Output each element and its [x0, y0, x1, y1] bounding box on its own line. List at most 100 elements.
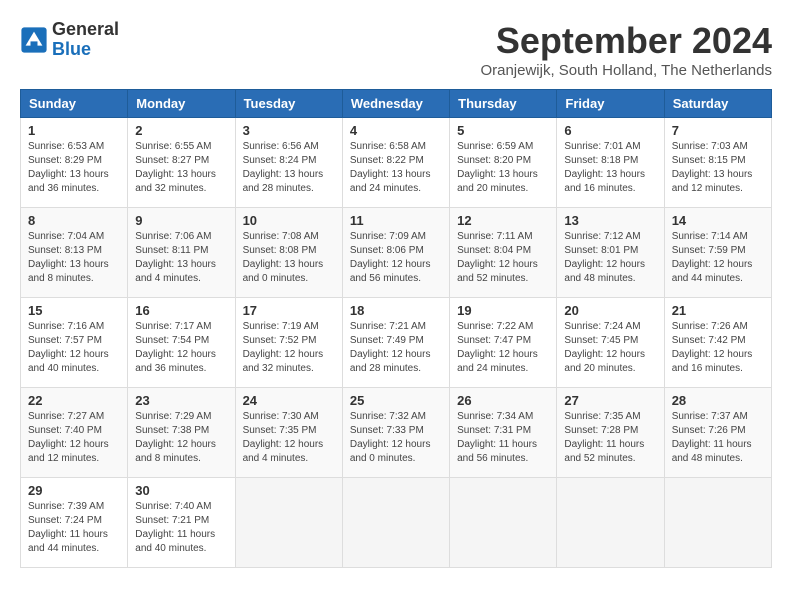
calendar-cell: 16 Sunrise: 7:17 AMSunset: 7:54 PMDayligh… [128, 298, 235, 388]
day-number: 15 [28, 303, 120, 318]
day-number: 3 [243, 123, 335, 138]
day-number: 21 [672, 303, 764, 318]
calendar-cell: 10 Sunrise: 7:08 AMSunset: 8:08 PMDayligh… [235, 208, 342, 298]
day-number: 9 [135, 213, 227, 228]
day-number: 12 [457, 213, 549, 228]
calendar-cell [342, 478, 449, 568]
week-row-2: 8Sunrise: 7:04 AMSunset: 8:13 PMDaylight… [21, 208, 772, 298]
day-number: 27 [564, 393, 656, 408]
calendar-cell: 5Sunrise: 6:59 AMSunset: 8:20 PMDaylight… [450, 118, 557, 208]
calendar-cell: 8Sunrise: 7:04 AMSunset: 8:13 PMDaylight… [21, 208, 128, 298]
day-header-thursday: Thursday [450, 90, 557, 118]
day-info: Sunrise: 7:03 AMSunset: 8:15 PMDaylight:… [672, 140, 764, 196]
week-row-4: 22 Sunrise: 7:27 AMSunset: 7:40 PMDayligh… [21, 388, 772, 478]
day-number: 16 [135, 303, 227, 318]
day-info: Sunrise: 7:39 AMSunset: 7:24 PMDaylight:… [28, 500, 120, 556]
day-info: Sunrise: 7:30 AMSunset: 7:35 PMDaylight:… [243, 410, 335, 466]
page-header: General Blue September 2024 Oranjewijk, … [20, 20, 772, 79]
day-number: 8 [28, 213, 120, 228]
day-info: Sunrise: 6:56 AMSunset: 8:24 PMDaylight:… [243, 140, 335, 196]
calendar-cell: 26Sunrise: 7:34 AMSunset: 7:31 PMDayligh… [450, 388, 557, 478]
calendar-cell: 18 Sunrise: 7:21 AMSunset: 7:49 PMDayligh… [342, 298, 449, 388]
day-header-sunday: Sunday [21, 90, 128, 118]
day-info: Sunrise: 7:14 AMSunset: 7:59 PMDaylight:… [672, 230, 764, 286]
day-info: Sunrise: 7:35 AMSunset: 7:28 PMDaylight:… [564, 410, 656, 466]
day-info: Sunrise: 7:26 AMSunset: 7:42 PMDaylight:… [672, 320, 764, 376]
day-number: 10 [243, 213, 335, 228]
day-info: Sunrise: 7:08 AMSunset: 8:08 PMDaylight:… [243, 230, 335, 286]
day-number: 28 [672, 393, 764, 408]
calendar-cell: 1 Sunrise: 6:53 AMSunset: 8:29 PMDaylight… [21, 118, 128, 208]
calendar-cell: 25Sunrise: 7:32 AMSunset: 7:33 PMDayligh… [342, 388, 449, 478]
day-number: 25 [350, 393, 442, 408]
day-number: 26 [457, 393, 549, 408]
calendar-title: September 2024 [480, 20, 772, 62]
day-info: Sunrise: 7:19 AMSunset: 7:52 PMDaylight:… [243, 320, 335, 376]
calendar-cell: 13 Sunrise: 7:12 AMSunset: 8:01 PMDayligh… [557, 208, 664, 298]
day-number: 6 [564, 123, 656, 138]
logo-line1: General [52, 20, 119, 40]
day-info: Sunrise: 7:27 AMSunset: 7:40 PMDaylight:… [28, 410, 120, 466]
calendar-cell: 28 Sunrise: 7:37 AMSunset: 7:26 PMDayligh… [664, 388, 771, 478]
logo-line2: Blue [52, 40, 119, 60]
day-number: 1 [28, 123, 120, 138]
logo: General Blue [20, 20, 119, 60]
calendar-cell: 29 Sunrise: 7:39 AMSunset: 7:24 PMDayligh… [21, 478, 128, 568]
day-number: 23 [135, 393, 227, 408]
day-info: Sunrise: 7:11 AMSunset: 8:04 PMDaylight:… [457, 230, 549, 286]
day-info: Sunrise: 7:06 AMSunset: 8:11 PMDaylight:… [135, 230, 227, 286]
week-row-5: 29 Sunrise: 7:39 AMSunset: 7:24 PMDayligh… [21, 478, 772, 568]
day-header-saturday: Saturday [664, 90, 771, 118]
week-row-1: 1 Sunrise: 6:53 AMSunset: 8:29 PMDaylight… [21, 118, 772, 208]
day-info: Sunrise: 7:01 AMSunset: 8:18 PMDaylight:… [564, 140, 656, 196]
day-header-wednesday: Wednesday [342, 90, 449, 118]
calendar-cell: 7Sunrise: 7:03 AMSunset: 8:15 PMDaylight… [664, 118, 771, 208]
calendar-cell: 12 Sunrise: 7:11 AMSunset: 8:04 PMDayligh… [450, 208, 557, 298]
day-number: 13 [564, 213, 656, 228]
title-section: September 2024 Oranjewijk, South Holland… [480, 20, 772, 79]
day-number: 11 [350, 213, 442, 228]
day-number: 19 [457, 303, 549, 318]
day-number: 22 [28, 393, 120, 408]
calendar-cell [450, 478, 557, 568]
day-info: Sunrise: 7:21 AMSunset: 7:49 PMDaylight:… [350, 320, 442, 376]
calendar-cell: 3 Sunrise: 6:56 AMSunset: 8:24 PMDaylight… [235, 118, 342, 208]
day-number: 4 [350, 123, 442, 138]
calendar-cell [557, 478, 664, 568]
day-number: 5 [457, 123, 549, 138]
day-header-tuesday: Tuesday [235, 90, 342, 118]
day-header-monday: Monday [128, 90, 235, 118]
logo-icon [20, 26, 48, 54]
week-row-3: 15 Sunrise: 7:16 AMSunset: 7:57 PMDayligh… [21, 298, 772, 388]
day-number: 17 [243, 303, 335, 318]
day-number: 2 [135, 123, 227, 138]
day-info: Sunrise: 7:17 AMSunset: 7:54 PMDaylight:… [135, 320, 227, 376]
calendar-cell: 22 Sunrise: 7:27 AMSunset: 7:40 PMDayligh… [21, 388, 128, 478]
calendar-cell: 11 Sunrise: 7:09 AMSunset: 8:06 PMDayligh… [342, 208, 449, 298]
calendar-cell: 17 Sunrise: 7:19 AMSunset: 7:52 PMDayligh… [235, 298, 342, 388]
day-info: Sunrise: 7:37 AMSunset: 7:26 PMDaylight:… [672, 410, 764, 466]
calendar-subtitle: Oranjewijk, South Holland, The Netherlan… [480, 62, 772, 79]
calendar-cell: 19Sunrise: 7:22 AMSunset: 7:47 PMDayligh… [450, 298, 557, 388]
day-number: 14 [672, 213, 764, 228]
day-info: Sunrise: 7:29 AMSunset: 7:38 PMDaylight:… [135, 410, 227, 466]
calendar-cell [664, 478, 771, 568]
day-number: 20 [564, 303, 656, 318]
calendar-cell: 6 Sunrise: 7:01 AMSunset: 8:18 PMDaylight… [557, 118, 664, 208]
day-info: Sunrise: 6:55 AMSunset: 8:27 PMDaylight:… [135, 140, 227, 196]
day-info: Sunrise: 7:09 AMSunset: 8:06 PMDaylight:… [350, 230, 442, 286]
day-number: 18 [350, 303, 442, 318]
day-info: Sunrise: 7:24 AMSunset: 7:45 PMDaylight:… [564, 320, 656, 376]
day-info: Sunrise: 7:40 AMSunset: 7:21 PMDaylight:… [135, 500, 227, 556]
day-info: Sunrise: 7:16 AMSunset: 7:57 PMDaylight:… [28, 320, 120, 376]
calendar-cell: 15 Sunrise: 7:16 AMSunset: 7:57 PMDayligh… [21, 298, 128, 388]
day-info: Sunrise: 6:58 AMSunset: 8:22 PMDaylight:… [350, 140, 442, 196]
day-number: 29 [28, 483, 120, 498]
day-number: 30 [135, 483, 227, 498]
day-number: 24 [243, 393, 335, 408]
day-info: Sunrise: 6:53 AMSunset: 8:29 PMDaylight:… [28, 140, 120, 196]
calendar-table: SundayMondayTuesdayWednesdayThursdayFrid… [20, 89, 772, 568]
day-info: Sunrise: 7:12 AMSunset: 8:01 PMDaylight:… [564, 230, 656, 286]
calendar-cell: 24 Sunrise: 7:30 AMSunset: 7:35 PMDayligh… [235, 388, 342, 478]
calendar-cell: 14 Sunrise: 7:14 AMSunset: 7:59 PMDayligh… [664, 208, 771, 298]
